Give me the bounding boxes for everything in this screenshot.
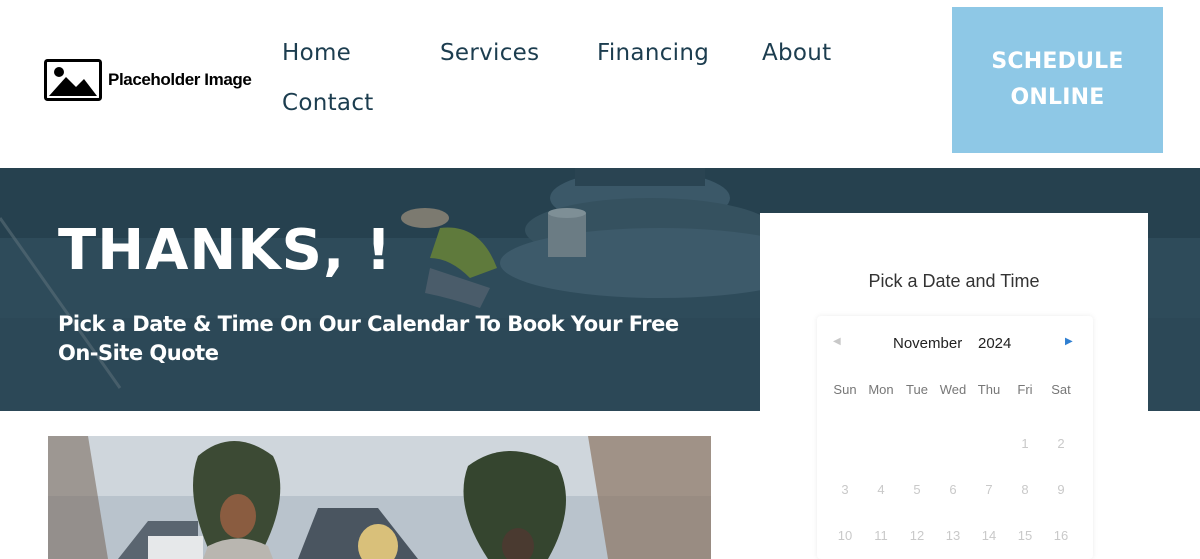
calendar-widget: ◀ November 2024 ▶ Sun Mon Tue Wed Thu Fr…: [817, 316, 1093, 559]
calendar-day[interactable]: 8: [1007, 482, 1043, 497]
weekday-label: Thu: [977, 382, 1001, 397]
nav-about[interactable]: About: [762, 40, 832, 66]
site-header: Placeholder Image Home Services Financin…: [0, 0, 1200, 168]
weekday-label: Sun: [833, 382, 857, 397]
logo-text: Placeholder Image: [108, 70, 252, 89]
calendar-day[interactable]: 12: [899, 528, 935, 543]
calendar-day[interactable]: 9: [1043, 482, 1079, 497]
calendar-card: Pick a Date and Time ◀ November 2024 ▶ S…: [760, 213, 1148, 559]
schedule-button-line1: SCHEDULE: [991, 49, 1124, 74]
calendar-day[interactable]: 5: [899, 482, 935, 497]
logo[interactable]: Placeholder Image: [44, 59, 252, 101]
team-photo: [48, 436, 711, 559]
calendar-day[interactable]: 14: [971, 528, 1007, 543]
weekday-label: Fri: [1017, 382, 1033, 397]
nav-services[interactable]: Services: [440, 40, 539, 66]
nav-home[interactable]: Home: [282, 40, 351, 66]
chevron-right-icon[interactable]: ▶: [1065, 336, 1073, 347]
calendar-day[interactable]: 2: [1043, 436, 1079, 451]
nav-financing[interactable]: Financing: [597, 40, 709, 66]
nav-contact[interactable]: Contact: [282, 90, 374, 116]
weekday-label: Mon: [868, 382, 894, 397]
calendar-day[interactable]: 6: [935, 482, 971, 497]
calendar-day[interactable]: 7: [971, 482, 1007, 497]
calendar-month[interactable]: November: [893, 335, 962, 352]
weekday-label: Tue: [906, 382, 928, 397]
chevron-left-icon[interactable]: ◀: [833, 336, 841, 347]
hero-subtitle: Pick a Date & Time On Our Calendar To Bo…: [58, 312, 679, 365]
image-placeholder-icon: [44, 59, 102, 101]
hero-title: THANKS, !: [58, 218, 393, 283]
calendar-year[interactable]: 2024: [978, 335, 1011, 352]
schedule-button-line2: ONLINE: [1010, 85, 1105, 110]
schedule-online-button[interactable]: SCHEDULE ONLINE: [952, 7, 1163, 153]
calendar-day[interactable]: 4: [863, 482, 899, 497]
calendar-heading: Pick a Date and Time: [868, 271, 1040, 291]
weekday-label: Wed: [939, 382, 967, 397]
calendar-day[interactable]: 16: [1043, 528, 1079, 543]
calendar-day[interactable]: 3: [827, 482, 863, 497]
calendar-day[interactable]: 1: [1007, 436, 1043, 451]
weekday-label: Sat: [1051, 382, 1071, 397]
calendar-day[interactable]: 11: [863, 528, 899, 543]
calendar-day[interactable]: 15: [1007, 528, 1043, 543]
calendar-day[interactable]: 13: [935, 528, 971, 543]
calendar-day[interactable]: 10: [827, 528, 863, 543]
